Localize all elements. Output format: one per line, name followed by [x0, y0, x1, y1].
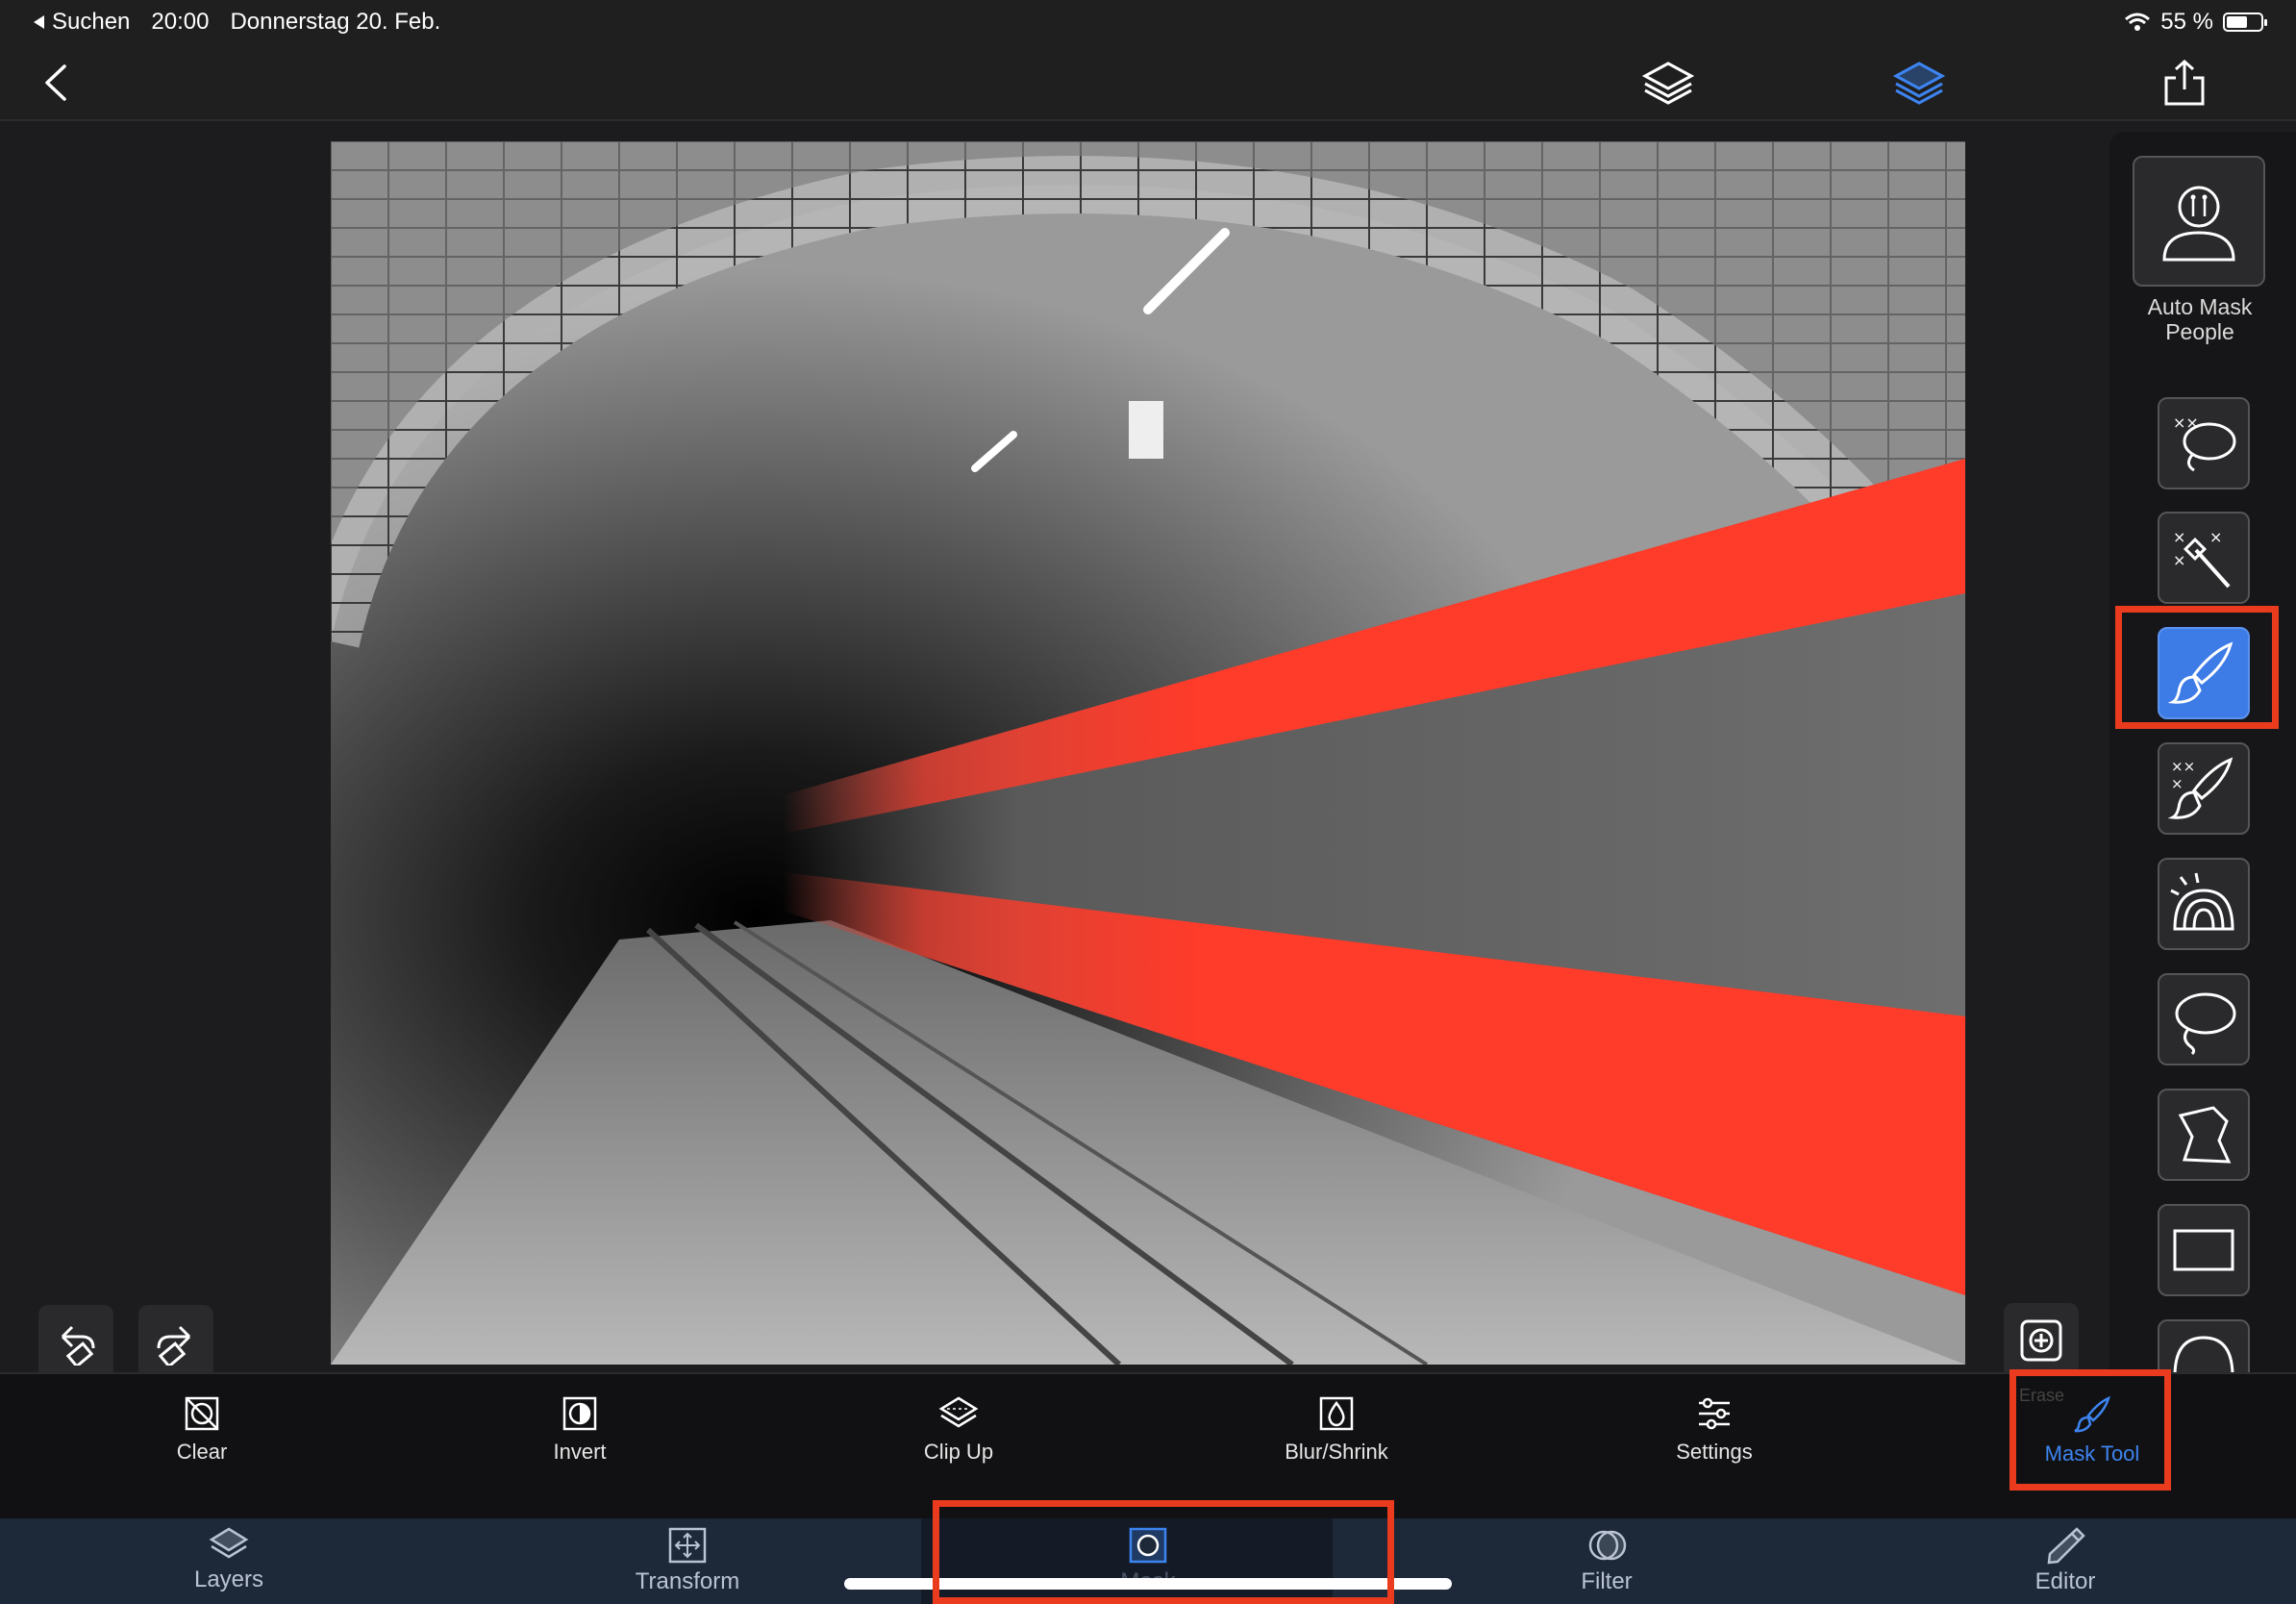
auto-lasso-icon: ××: [2173, 414, 2236, 472]
back-app-label: Suchen: [52, 9, 131, 35]
svg-text:××: ××: [2171, 758, 2195, 775]
layers-view-button[interactable]: [1637, 52, 1699, 113]
magic-wand-tool[interactable]: × × ×: [2158, 512, 2250, 604]
tab-transform[interactable]: Transform: [582, 1526, 793, 1595]
share-button[interactable]: [2154, 52, 2215, 113]
smart-brush-tool[interactable]: ×× ×: [2158, 742, 2250, 835]
clip-up-button[interactable]: Clip Up: [862, 1395, 1055, 1465]
layers-active-icon: [1893, 62, 1945, 105]
lasso-icon: [2175, 992, 2236, 1056]
invert-label: Invert: [553, 1440, 607, 1464]
blur-shrink-button[interactable]: Blur/Shrink: [1240, 1395, 1433, 1465]
back-chevron-icon: [45, 64, 66, 101]
tab-layers-label: Layers: [193, 1566, 264, 1592]
auto-lasso-tool[interactable]: ××: [2158, 397, 2250, 489]
status-bar: Suchen 20:00 Donnerstag 20. Feb. 55 %: [0, 0, 2296, 44]
redo-icon: [157, 1325, 191, 1366]
highlight-mask-tool: [2009, 1369, 2171, 1491]
auto-mask-label: Auto Mask People: [2104, 294, 2296, 344]
undo-icon: [61, 1325, 95, 1366]
highlight-brush-tool: [2115, 606, 2279, 729]
blur-shrink-icon: [1319, 1396, 1354, 1431]
auto-mask-label-line1: Auto Mask: [2147, 294, 2253, 319]
highlight-mask-tab: [933, 1500, 1394, 1604]
undo-button[interactable]: [38, 1305, 113, 1380]
filter-icon: [1588, 1530, 1627, 1561]
auto-mask-person-icon: [2162, 186, 2235, 262]
svg-text:×: ×: [2173, 528, 2185, 546]
tab-editor-label: Editor: [2034, 1568, 2096, 1594]
tunnel-photo: [331, 141, 1965, 1365]
blur-shrink-label: Blur/Shrink: [1285, 1440, 1388, 1464]
plus-circle-icon: [2020, 1319, 2062, 1362]
workspace: [0, 122, 2296, 1380]
image-canvas[interactable]: [331, 141, 1965, 1365]
mask-toolbar: Clear Invert Clip Up Blur/Shrink Setting…: [0, 1372, 2296, 1518]
redo-button[interactable]: [138, 1305, 213, 1380]
nav-bar: [0, 44, 2296, 121]
share-icon: [2164, 59, 2205, 106]
sliders-icon: [1699, 1397, 1730, 1430]
svg-text:×: ×: [2171, 775, 2184, 792]
gradient-icon: [2170, 872, 2234, 931]
polygon-tool[interactable]: [2158, 1089, 2250, 1181]
layers-icon: [1642, 62, 1694, 105]
ellipse-icon: [2173, 1336, 2234, 1376]
svg-text:×: ×: [2173, 551, 2185, 569]
svg-text:×: ×: [2209, 528, 2222, 546]
clip-up-label: Clip Up: [923, 1440, 994, 1464]
settings-label: Settings: [1676, 1440, 1753, 1464]
magic-wand-icon: × × ×: [2173, 528, 2231, 589]
rectangle-tool[interactable]: [2158, 1204, 2250, 1296]
gradient-tool[interactable]: [2158, 858, 2250, 950]
battery-icon: [2223, 13, 2267, 32]
status-date: Donnerstag 20. Feb.: [230, 9, 441, 35]
wifi-icon: [2125, 13, 2151, 31]
settings-button[interactable]: Settings: [1618, 1395, 1810, 1465]
active-layers-button[interactable]: [1888, 52, 1950, 113]
clear-icon: [185, 1396, 219, 1431]
invert-icon: [562, 1396, 597, 1431]
smart-brush-icon: ×× ×: [2167, 757, 2234, 819]
svg-text:××: ××: [2173, 414, 2199, 432]
transform-icon: [668, 1527, 707, 1564]
tab-editor[interactable]: Editor: [1959, 1526, 2171, 1595]
clear-button[interactable]: Clear: [106, 1395, 298, 1465]
ellipse-tool[interactable]: [2158, 1319, 2250, 1377]
back-to-app-link[interactable]: Suchen: [33, 9, 130, 36]
tab-layers[interactable]: Layers: [123, 1526, 335, 1593]
lasso-tool[interactable]: [2158, 973, 2250, 1065]
clip-up-icon: [938, 1396, 979, 1428]
back-button[interactable]: [25, 52, 87, 113]
invert-button[interactable]: Invert: [484, 1395, 676, 1465]
rectangle-icon: [2173, 1229, 2234, 1271]
tab-filter[interactable]: Filter: [1501, 1526, 1712, 1595]
layers-tab-icon: [209, 1527, 249, 1559]
status-time: 20:00: [151, 9, 210, 35]
battery-percent: 55 %: [2160, 9, 2213, 35]
auto-mask-people-button[interactable]: [2133, 156, 2265, 287]
back-triangle-icon: [34, 15, 44, 29]
pencil-icon: [2047, 1527, 2085, 1565]
add-point-button[interactable]: [2004, 1303, 2079, 1378]
polygon-icon: [2178, 1106, 2232, 1164]
tab-filter-label: Filter: [1581, 1568, 1633, 1594]
tab-transform-label: Transform: [635, 1568, 740, 1594]
clear-label: Clear: [176, 1440, 228, 1464]
auto-mask-label-line2: People: [2165, 319, 2234, 344]
